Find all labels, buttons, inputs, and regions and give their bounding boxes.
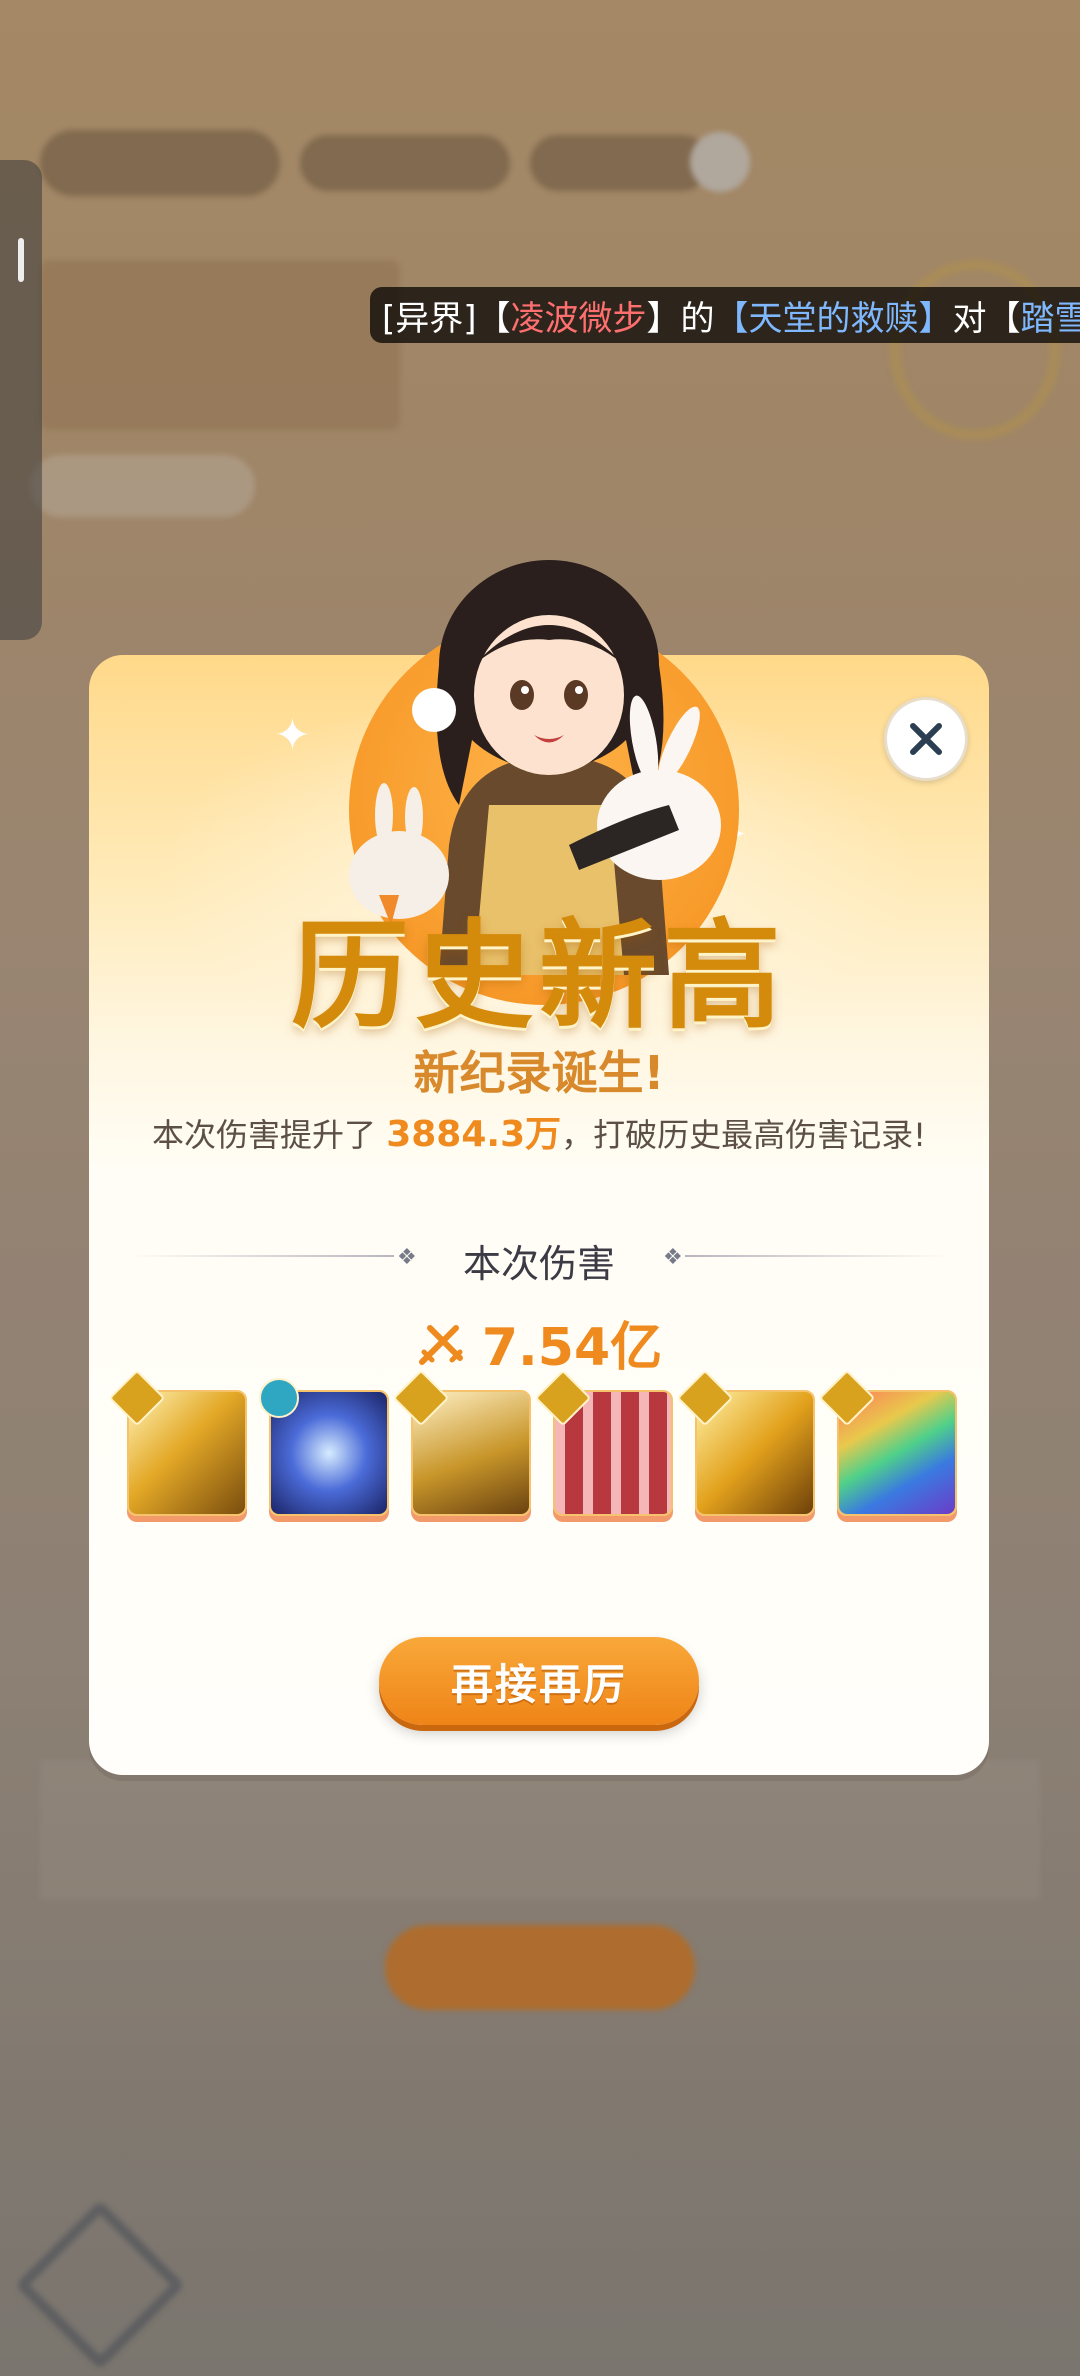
marquee-prefix: [异界]【 [382,298,511,339]
swirl-badge-icon [259,1378,299,1418]
marquee-mid2: 对【 [952,298,1021,339]
record-modal: ✦ ✦ 历史新高 新纪 [89,560,989,1775]
retry-button[interactable]: 再接再厉 [379,1637,699,1725]
diamond-icon: ❖ [663,1245,683,1270]
skill-icon-1[interactable] [108,1369,247,1516]
divider-right [685,1255,950,1257]
skill-icon-5[interactable] [676,1369,815,1516]
damage-row: 7.54亿 [89,1305,989,1380]
close-icon [910,723,942,755]
marquee-tail: 踏雪 [1020,298,1080,339]
section-title: 本次伤害 [462,1242,615,1286]
close-button[interactable] [884,697,968,781]
modal-title: 历史新高 [290,906,787,1045]
desc-before: 本次伤害提升了 [152,1116,377,1154]
broadcast-marquee: [异界]【 凌波微步 】的 【天堂的救赎】 对【 踏雪 [370,287,1080,343]
skill-icon-2[interactable] [259,1378,389,1516]
skill-icon-3[interactable] [392,1369,531,1516]
skill-list [108,1369,957,1516]
marquee-target-name: 【天堂的救赎】 [714,298,953,339]
modal-description: 本次伤害提升了 3884.3万，打破历史最高伤害记录! [89,1105,989,1157]
side-drawer-tab[interactable] [0,160,42,640]
sparkle-icon: ✦ [274,710,311,761]
skill-icon-6[interactable] [818,1369,957,1516]
marquee-mid1: 】的 [646,298,715,339]
desc-value: 3884.3万 [386,1114,562,1155]
modal-subtitle: 新纪录诞生! [413,1046,665,1100]
side-drawer-handle[interactable] [18,238,24,282]
desc-after: ，打破历史最高伤害记录! [561,1116,926,1154]
damage-value: 7.54亿 [481,1318,663,1378]
skill-icon-4[interactable] [534,1369,673,1516]
crossed-swords-icon [418,1324,463,1365]
marquee-skill-name: 凌波微步 [510,298,647,339]
